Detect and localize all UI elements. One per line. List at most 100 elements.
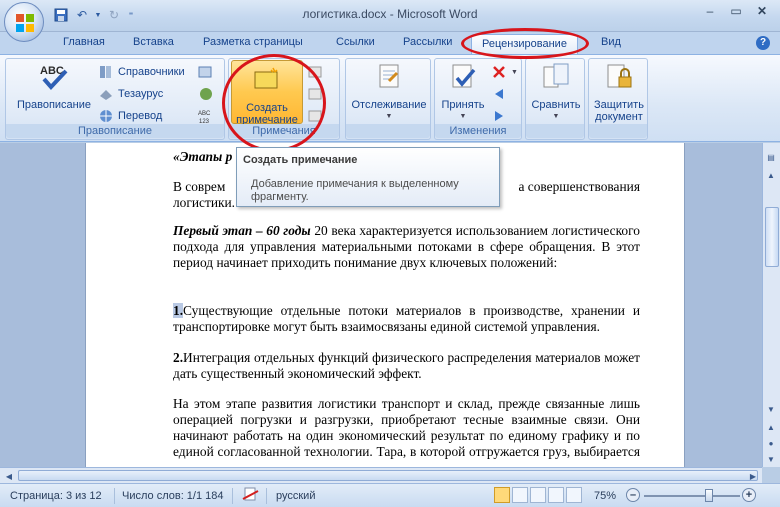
scroll-down-icon[interactable]: ▼ (763, 401, 779, 417)
p3-text: Существующие отдельные потоки материалов… (173, 303, 640, 334)
ribbon: ABC Правописание Справочники Тезаурус Пе… (0, 54, 780, 142)
references-button[interactable]: Справочники (98, 63, 185, 81)
group-label-proofing: Правописание (6, 124, 224, 138)
tab-mailings[interactable]: Рассылки (403, 36, 452, 48)
previous-change-button[interactable] (491, 85, 507, 103)
zoom-slider-track[interactable] (644, 495, 740, 497)
window-title: логистика.docx - Microsoft Word (302, 7, 478, 21)
tab-references[interactable]: Ссылки (336, 36, 375, 48)
accept-button[interactable]: Принять ▼ (437, 61, 489, 123)
new-comment-button[interactable]: Создать примечание (231, 60, 303, 126)
scroll-left-icon[interactable]: ◀ (1, 468, 17, 484)
previous-comment-button[interactable] (307, 85, 323, 103)
tab-review[interactable]: Рецензирование (471, 34, 578, 54)
tracking-dropdown-icon: ▼ (385, 113, 393, 120)
next-comment-button[interactable] (307, 107, 323, 125)
group-comments: Создать примечание Примечания (228, 58, 340, 140)
language-icon (198, 66, 212, 78)
new-comment-icon (254, 67, 278, 89)
word-count-indicator[interactable]: Число слов: 1/1 184 (122, 490, 224, 502)
draft-view-icon[interactable] (566, 487, 582, 503)
status-separator (232, 488, 233, 504)
zoom-in-icon[interactable]: + (742, 488, 756, 502)
vertical-scroll-thumb[interactable] (765, 207, 779, 267)
word-count-button[interactable]: ABC 123 (198, 107, 214, 125)
thesaurus-label: Тезаурус (118, 88, 164, 100)
track-changes-button[interactable]: Отслеживание ▼ (348, 61, 430, 123)
next-change-button[interactable] (491, 107, 507, 125)
vertical-scrollbar[interactable]: ▤ ▲ ▼ ▲ ● ▼ (762, 143, 780, 467)
full-screen-reading-view-icon[interactable] (512, 487, 528, 503)
scroll-right-icon[interactable]: ▶ (745, 468, 761, 484)
help-icon[interactable]: ? (756, 36, 770, 50)
page-indicator[interactable]: Страница: 3 из 12 (10, 490, 102, 502)
tab-page-layout[interactable]: Разметка страницы (203, 36, 303, 48)
zoom-slider-thumb[interactable] (705, 489, 714, 502)
group-label-changes: Изменения (435, 124, 521, 138)
reject-button[interactable]: ▼ (491, 63, 518, 81)
print-layout-view-icon[interactable] (494, 487, 510, 503)
minimize-icon[interactable]: – (698, 2, 722, 20)
accept-change-icon (452, 64, 476, 88)
protect-document-button[interactable]: Защитить документ (591, 61, 647, 123)
zoom-out-icon[interactable]: – (626, 488, 640, 502)
svg-text:ABC: ABC (198, 111, 211, 117)
new-comment-label-line1: Создать (246, 102, 288, 114)
protect-label-line2: документ (595, 111, 643, 123)
web-layout-view-icon[interactable] (530, 487, 546, 503)
close-icon[interactable]: ✕ (750, 2, 774, 20)
outline-view-icon[interactable] (548, 487, 564, 503)
group-label-compare (526, 124, 584, 138)
compare-dropdown-icon: ▼ (552, 113, 560, 120)
tab-view[interactable]: Вид (601, 36, 621, 48)
browse-object-icon[interactable]: ● (763, 435, 779, 451)
paragraph-4: 2.Интеграция отдельных функций физическо… (173, 350, 640, 382)
p1-start: В соврем (173, 179, 226, 194)
p2-bold: Первый этап – 60 годы (173, 223, 311, 238)
language-indicator[interactable]: русский (276, 490, 315, 502)
references-label: Справочники (118, 66, 185, 78)
thesaurus-button[interactable]: Тезаурус (98, 85, 163, 103)
horizontal-scroll-thumb[interactable] (18, 470, 758, 481)
maximize-icon[interactable]: ▭ (724, 2, 748, 20)
p5-text: На этом этапе развития логистики транспо… (173, 396, 640, 465)
scroll-up-icon[interactable]: ▲ (763, 167, 779, 183)
track-changes-icon (379, 64, 399, 88)
horizontal-scrollbar[interactable]: ◀ ▶ (0, 467, 762, 483)
translate-label: Перевод (118, 110, 163, 122)
status-separator (266, 488, 267, 504)
book-icon (100, 66, 111, 78)
previous-page-icon[interactable]: ▲ (763, 419, 779, 435)
previous-change-icon (495, 89, 503, 99)
heading-fragment-text: «Этапы р (173, 149, 233, 164)
accept-dropdown-icon: ▼ (459, 113, 467, 120)
next-page-icon[interactable]: ▼ (763, 451, 779, 467)
globe-icon (200, 88, 212, 100)
language-button[interactable] (198, 63, 214, 81)
group-changes: Принять ▼ ▼ Изменения (434, 58, 522, 140)
tab-insert[interactable]: Вставка (133, 36, 174, 48)
paragraph-3: 1.Существующие отдельные потоки материал… (173, 303, 640, 335)
compare-button[interactable]: Сравнить ▼ (528, 61, 584, 123)
thesaurus-icon (100, 90, 112, 100)
lock-icon (607, 64, 632, 88)
proofing-status-icon[interactable] (242, 487, 260, 506)
tab-home[interactable]: Главная (63, 36, 105, 48)
set-language-button[interactable] (198, 85, 214, 103)
protect-label-line1: Защитить (594, 99, 644, 111)
spelling-button[interactable]: ABC Правописание (10, 61, 98, 111)
translate-button[interactable]: Перевод (98, 107, 162, 125)
group-tracking: Отслеживание ▼ (345, 58, 431, 140)
group-compare: Сравнить ▼ (525, 58, 585, 140)
window-controls: – ▭ ✕ (698, 2, 774, 20)
tooltip-description: Добавление примечания к выделенному фраг… (251, 178, 459, 203)
ruler-toggle-icon[interactable]: ▤ (763, 149, 779, 165)
zoom-level[interactable]: 75% (594, 490, 616, 502)
tooltip: Создать примечание Добавление примечания… (236, 147, 500, 207)
delete-comment-button[interactable] (307, 63, 323, 81)
translate-icon (100, 110, 112, 122)
next-change-icon (495, 111, 503, 121)
reject-change-icon (493, 66, 505, 78)
office-button[interactable] (4, 2, 44, 42)
p1-end: а совершенствования (518, 179, 640, 194)
